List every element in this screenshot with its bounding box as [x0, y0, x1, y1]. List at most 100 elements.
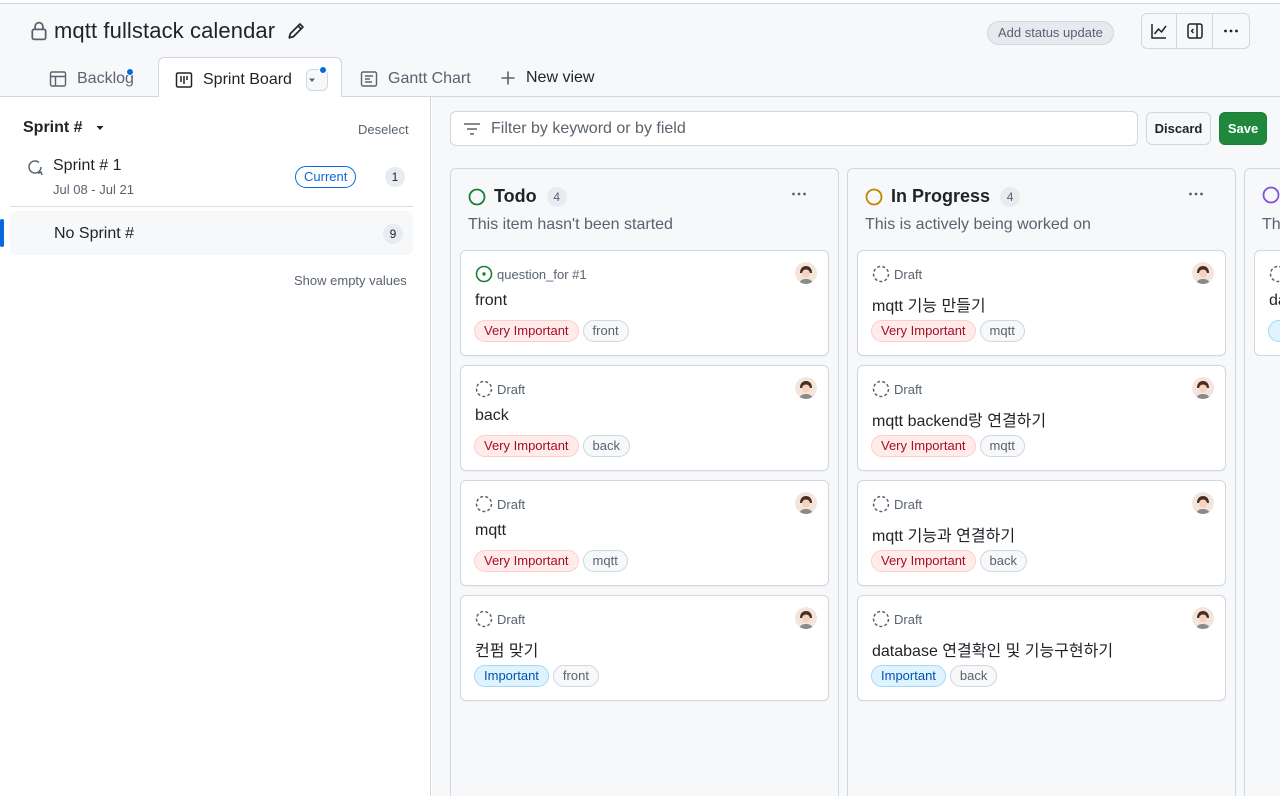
- lock-icon: [31, 21, 47, 41]
- card-title[interactable]: database 연결확인 및 기능구현하기: [872, 637, 1113, 661]
- card-title[interactable]: front: [475, 292, 507, 310]
- card-labels: Very Important back: [474, 435, 634, 457]
- column-title: Todo: [494, 186, 537, 206]
- card-title[interactable]: mqtt backend랑 연결하기: [872, 407, 1046, 431]
- save-button[interactable]: Save: [1219, 112, 1267, 145]
- priority-label: Very Important: [871, 320, 976, 342]
- priority-label: Important: [474, 665, 549, 687]
- card-title[interactable]: mqtt 기능 만들기: [872, 292, 986, 316]
- sprint-item-none[interactable]: No Sprint # 9: [0, 211, 413, 255]
- card-item[interactable]: Draft mqtt 기능 만들기 Very Important mqtt: [857, 250, 1226, 356]
- draft-icon: [475, 610, 493, 628]
- avatar-icon[interactable]: [795, 377, 817, 399]
- card-item[interactable]: question_for #1 front Very Important fro…: [460, 250, 829, 356]
- avatar-icon[interactable]: [795, 492, 817, 514]
- column-in-progress: In Progress 4 This is actively being wor…: [847, 168, 1236, 796]
- no-sprint-label: No Sprint #: [54, 225, 135, 242]
- pencil-icon[interactable]: [287, 22, 305, 40]
- card-meta-text: Draft: [894, 496, 923, 512]
- filter-input[interactable]: Filter by keyword or by field: [450, 111, 1138, 146]
- kebab-icon[interactable]: [790, 187, 808, 205]
- insights-button[interactable]: [1142, 14, 1178, 48]
- card-meta-text: Draft: [497, 496, 526, 512]
- tab-backlog[interactable]: Backlog: [49, 57, 134, 101]
- column-todo: Todo 4 This item hasn't been started que…: [450, 168, 839, 796]
- tab-sprint-board[interactable]: Sprint Board: [158, 57, 342, 102]
- issue-open-icon: [475, 265, 493, 283]
- toggle-sidepanel-button[interactable]: [1177, 14, 1213, 48]
- discard-button[interactable]: Discard: [1146, 112, 1211, 145]
- column-description: This is actively being worked on: [865, 216, 1091, 233]
- title-row: mqtt fullstack calendar: [30, 18, 305, 44]
- table-icon: [49, 71, 67, 87]
- kebab-icon[interactable]: [1187, 187, 1205, 205]
- card-title[interactable]: mqtt 기능과 연결하기: [872, 522, 1015, 546]
- card-item[interactable]: da: [1254, 250, 1280, 356]
- new-view-button[interactable]: New view: [500, 56, 594, 100]
- card-meta: Draft: [872, 265, 922, 283]
- column-header: In Progress 4: [865, 186, 1021, 207]
- card-title[interactable]: back: [475, 407, 509, 425]
- deselect-button[interactable]: Deselect: [358, 122, 409, 137]
- add-status-update-button[interactable]: Add status update: [987, 21, 1114, 45]
- more-options-button[interactable]: [1213, 14, 1249, 48]
- priority-label: Very Important: [474, 435, 579, 457]
- tag-label: front: [582, 320, 629, 342]
- unsaved-dot: [318, 66, 327, 74]
- slice-field-label: Sprint #: [23, 119, 83, 136]
- card-meta: Draft: [475, 380, 525, 398]
- avatar-icon[interactable]: [795, 607, 817, 629]
- column-count: 4: [1000, 186, 1021, 207]
- card-item[interactable]: Draft back Very Important back: [460, 365, 829, 471]
- card-meta: Draft: [872, 610, 922, 628]
- avatar-icon[interactable]: [1192, 492, 1214, 514]
- card-title[interactable]: mqtt: [475, 522, 506, 540]
- current-badge: Current: [295, 166, 357, 188]
- board-area: Filter by keyword or by field Discard Sa…: [432, 97, 1280, 796]
- card-labels: Very Important back: [871, 550, 1031, 572]
- card-item[interactable]: Draft mqtt Very Important mqtt: [460, 480, 829, 586]
- card-labels: Very Important mqtt: [871, 320, 1029, 342]
- iteration-icon: [28, 160, 43, 176]
- column-count: 4: [546, 186, 567, 207]
- card-labels: Important front: [474, 665, 603, 687]
- draft-icon: [872, 610, 890, 628]
- tab-gantt-chart[interactable]: Gantt Chart: [360, 57, 471, 101]
- tab-gantt-chart-label: Gantt Chart: [388, 70, 471, 87]
- priority-label: Very Important: [474, 550, 579, 572]
- priority-label: [1268, 320, 1280, 342]
- card-item[interactable]: Draft 컨펌 맞기 Important front: [460, 595, 829, 701]
- column-description: Th: [1262, 216, 1280, 233]
- selected-indicator: [0, 219, 4, 247]
- status-circle-icon: [865, 188, 883, 205]
- slice-field-selector[interactable]: Sprint #: [23, 119, 105, 137]
- avatar-icon[interactable]: [1192, 607, 1214, 629]
- sprint-item-1[interactable]: Sprint # 1 Jul 08 - Jul 21 Current 1: [10, 149, 413, 207]
- card-meta: Draft: [475, 610, 525, 628]
- column-title: In Progress: [891, 186, 991, 206]
- card-labels: Very Important mqtt: [871, 435, 1029, 457]
- priority-label: Very Important: [474, 320, 579, 342]
- card-title[interactable]: da: [1269, 292, 1280, 310]
- view-options-menu[interactable]: [305, 66, 328, 91]
- card-labels: Very Important mqtt: [474, 550, 632, 572]
- card-labels: Important back: [871, 665, 1001, 687]
- avatar-icon[interactable]: [1192, 262, 1214, 284]
- priority-label: Important: [871, 665, 946, 687]
- draft-icon: [475, 495, 493, 513]
- card-item[interactable]: Draft mqtt backend랑 연결하기 Very Important …: [857, 365, 1226, 471]
- card-title[interactable]: 컨펌 맞기: [475, 637, 538, 661]
- show-empty-values-button[interactable]: Show empty values: [294, 273, 407, 288]
- card-item[interactable]: Draft database 연결확인 및 기능구현하기 Important b…: [857, 595, 1226, 701]
- draft-icon: [1269, 265, 1280, 283]
- card-item[interactable]: Draft mqtt 기능과 연결하기 Very Important back: [857, 480, 1226, 586]
- card-meta: Draft: [872, 380, 922, 398]
- card-meta: Draft: [872, 495, 922, 513]
- avatar-icon[interactable]: [1192, 377, 1214, 399]
- tag-label: mqtt: [979, 435, 1025, 457]
- avatar-icon[interactable]: [795, 262, 817, 284]
- sprint-item-count: 1: [385, 167, 405, 187]
- status-circle-icon: [468, 188, 486, 205]
- no-sprint-count: 9: [383, 224, 403, 244]
- card-meta-text: Draft: [894, 266, 923, 282]
